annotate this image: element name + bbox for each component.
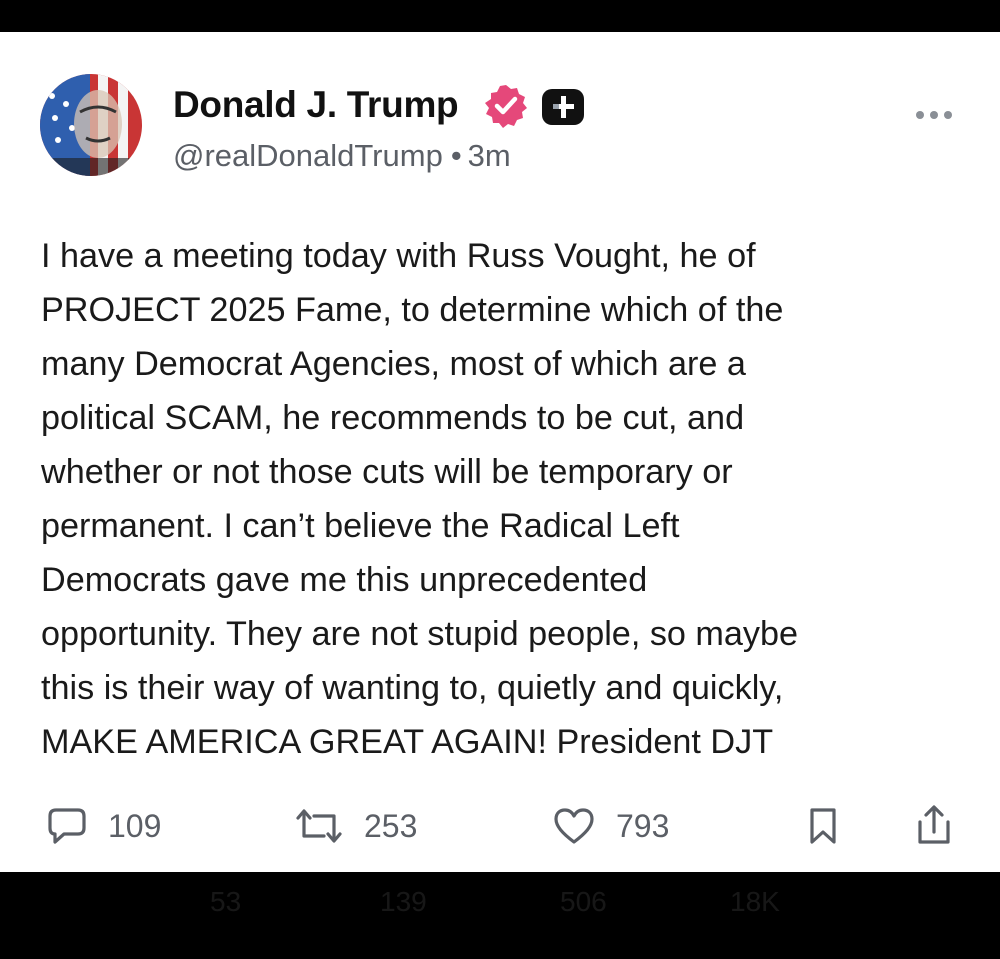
post-body-line: whether or not those cuts will be tempor… — [41, 453, 733, 491]
post-body-line: many Democrat Agencies, most of which ar… — [41, 345, 746, 383]
handle-line: @realDonaldTrump • 3m — [173, 138, 511, 174]
post-body-line: permanent. I can’t believe the Radical L… — [41, 507, 680, 545]
verified-badge-icon — [485, 85, 527, 128]
post-body-line: this is their way of wanting to, quietly… — [41, 669, 784, 707]
separator-dot: • — [450, 138, 462, 173]
plus-badge-icon — [542, 89, 584, 125]
post-card: Donald J. Trump @realDonaldTrump • 3m I ha… — [0, 32, 1000, 872]
bookmark-button[interactable] — [806, 798, 840, 854]
post-body-line: opportunity. They are not stupid people,… — [41, 615, 799, 653]
top-black-bar — [0, 0, 1000, 32]
reply-button[interactable]: 109 — [46, 798, 161, 854]
author-name[interactable]: Donald J. Trump — [173, 84, 459, 126]
reply-icon — [48, 808, 86, 844]
repost-count: 253 — [364, 807, 418, 844]
ghost-view-count: 18K — [730, 886, 780, 917]
share-button[interactable] — [914, 798, 954, 854]
bottom-black-bar: 53 139 506 18K — [0, 872, 1000, 959]
like-count: 793 — [616, 807, 670, 844]
ghost-repost-count: 139 — [380, 886, 427, 917]
post-body-line: MAKE AMERICA GREAT AGAIN! President DJT — [41, 723, 774, 761]
post-body-line: Democrats gave me this unprecedented — [41, 561, 648, 599]
action-bar: 109 253 793 — [0, 798, 1000, 858]
ghost-like-count: 506 — [560, 886, 607, 917]
ghost-action-bar: 53 139 506 18K — [150, 886, 990, 936]
post-body: I have a meeting today with Russ Vought,… — [41, 229, 971, 769]
reply-count: 109 — [108, 807, 162, 844]
post-time: 3m — [467, 138, 511, 173]
author-handle[interactable]: @realDonaldTrump — [173, 138, 443, 173]
ghost-reply-count: 53 — [210, 886, 242, 917]
avatar[interactable] — [40, 74, 142, 176]
like-button[interactable]: 793 — [552, 798, 669, 854]
share-icon — [918, 805, 950, 844]
post-body-line: political SCAM, he recommends to be cut,… — [41, 399, 745, 437]
repost-button[interactable]: 253 — [294, 798, 417, 854]
post-body-line: PROJECT 2025 Fame, to determine which of… — [41, 291, 784, 329]
like-icon — [554, 808, 594, 844]
more-dots-icon[interactable] — [914, 108, 954, 122]
post-body-line: I have a meeting today with Russ Vought,… — [41, 237, 756, 275]
repost-icon — [296, 809, 342, 843]
bookmark-icon — [810, 808, 836, 844]
